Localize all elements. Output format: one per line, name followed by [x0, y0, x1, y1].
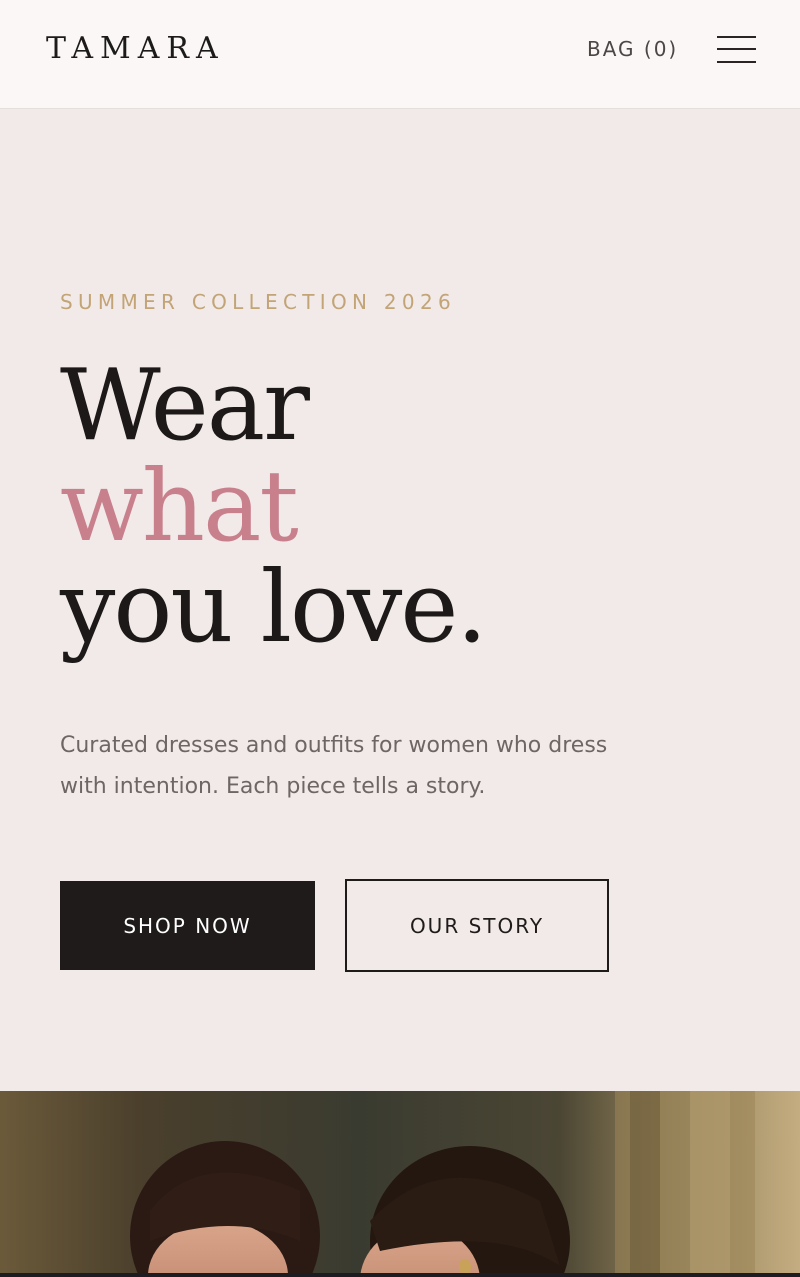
subtitle-line-1: Curated dresses and outfits for women wh… [60, 733, 608, 758]
bag-link[interactable]: BAG (0) [587, 37, 678, 61]
site-header: TAMARA BAG (0) [0, 0, 800, 109]
hero-photo [0, 1091, 800, 1277]
models-photo-illustration [0, 1091, 800, 1277]
hamburger-menu-icon[interactable] [717, 34, 756, 65]
menu-bar-bottom [717, 61, 756, 63]
hero-subtitle: Curated dresses and outfits for women wh… [60, 725, 660, 807]
subtitle-line-2: with intention. Each piece tells a story… [60, 774, 486, 799]
menu-bar-middle [717, 48, 756, 50]
hero-headline: Wear what you love. [60, 349, 487, 665]
brand-logo[interactable]: TAMARA [46, 30, 225, 68]
collection-eyebrow: SUMMER COLLECTION 2026 [60, 290, 457, 314]
headline-line-2-accent: what [60, 450, 299, 564]
shop-now-button[interactable]: SHOP NOW [60, 881, 315, 970]
menu-bar-top [717, 36, 756, 38]
headline-line-1: Wear [60, 349, 310, 463]
our-story-button[interactable]: OUR STORY [345, 879, 609, 972]
headline-line-3: you love. [60, 551, 487, 665]
hero-section: SUMMER COLLECTION 2026 Wear what you lov… [0, 110, 800, 1091]
